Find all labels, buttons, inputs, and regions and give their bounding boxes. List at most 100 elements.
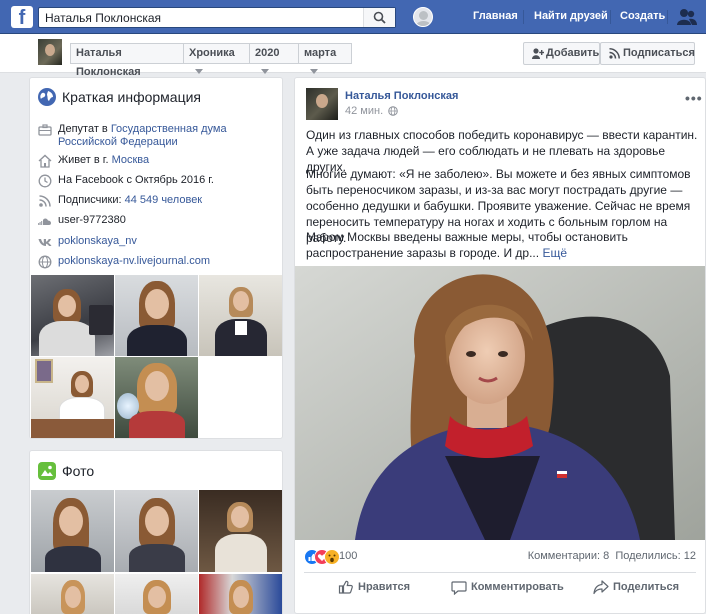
friend-requests-icon[interactable] — [677, 8, 697, 26]
breadcrumb-timeline-dropdown[interactable]: Хроника — [183, 43, 250, 74]
divider — [304, 572, 696, 573]
post-author-avatar[interactable] — [306, 88, 338, 120]
nav-divider — [667, 10, 668, 24]
post-photo[interactable] — [295, 266, 705, 540]
info-text: Живет в г. Москва — [58, 154, 280, 167]
photo-thumbnail[interactable] — [199, 574, 282, 614]
post-photo-illustration — [295, 266, 705, 540]
facebook-logo-icon[interactable]: f — [11, 6, 33, 28]
post-options-icon[interactable]: ••• — [685, 90, 703, 106]
home-icon — [38, 154, 52, 168]
add-friend-icon — [532, 48, 544, 59]
photo-thumbnail[interactable] — [31, 574, 114, 614]
reaction-like-love-wow-icon — [304, 549, 340, 565]
intro-card: Краткая информация Депутат в Государстве… — [29, 77, 283, 439]
post-author-name[interactable]: Наталья Поклонская — [345, 90, 458, 102]
public-audience-icon — [388, 106, 398, 116]
nav-create-link[interactable]: Создать — [620, 10, 665, 22]
rss-icon — [609, 48, 620, 59]
city-link[interactable]: Москва — [112, 154, 150, 166]
photo-thumbnail[interactable] — [31, 490, 114, 572]
comment-label: Комментировать — [471, 581, 564, 593]
search-icon — [373, 11, 386, 24]
post-paragraph-text: Мэром Москвы введены важные меры, чтобы … — [306, 230, 628, 260]
share-label: Поделиться — [613, 581, 680, 593]
featured-photo[interactable] — [199, 275, 282, 356]
breadcrumb-label: марта — [304, 47, 337, 59]
top-navigation-bar: f Главная Найти друзей Создать — [0, 0, 706, 34]
nav-divider — [610, 10, 611, 24]
profile-thumbnail[interactable] — [38, 39, 62, 65]
info-row-soundcloud: user-9772380 — [38, 214, 278, 228]
info-text[interactable]: user-9772380 — [58, 214, 280, 227]
info-row-joined: На Facebook с Октябрь 2016 г. — [38, 174, 278, 188]
info-text: Подписчики: 44 549 человек — [58, 194, 280, 207]
breadcrumb-month-dropdown[interactable]: марта — [298, 43, 352, 74]
post-stats: Комментарии: 8 Поделились: 12 — [528, 550, 696, 562]
briefcase-icon — [38, 124, 52, 136]
nav-find-friends-link[interactable]: Найти друзей — [534, 10, 608, 22]
follow-button[interactable]: Подписаться — [600, 42, 695, 65]
photo-thumbnail[interactable] — [199, 490, 282, 572]
shares-count[interactable]: Поделились: 12 — [615, 550, 696, 562]
post-paragraph: Мэром Москвы введены важные меры, чтобы … — [306, 229, 698, 261]
info-row-website: poklonskaya-nv.livejournal.com — [38, 255, 278, 269]
add-friend-label: Добавить — [546, 47, 600, 59]
info-label: Подписчики: — [58, 194, 125, 206]
info-text: На Facebook с Октябрь 2016 г. — [58, 174, 214, 186]
breadcrumb-label: Хроника — [189, 47, 235, 59]
globe-icon — [38, 255, 52, 269]
photos-card: Фото — [29, 450, 283, 614]
info-label: Живет в г. — [58, 154, 112, 166]
like-label: Нравится — [358, 581, 411, 593]
reaction-count[interactable]: 100 — [339, 550, 357, 562]
info-row-vk: poklonskaya_nv — [38, 235, 278, 249]
reaction-icons[interactable] — [304, 549, 340, 565]
see-more-link[interactable]: Ещё — [542, 246, 567, 260]
info-text: Депутат в Государственная дума Российско… — [58, 123, 280, 149]
user-avatar[interactable] — [413, 7, 433, 27]
timeline-post: Наталья Поклонская 42 мин. ••• Один из г… — [294, 77, 706, 614]
search-box[interactable] — [38, 7, 396, 28]
clock-icon — [38, 174, 52, 188]
nav-divider — [523, 10, 524, 24]
like-icon — [338, 580, 353, 594]
info-row-work: Депутат в Государственная дума Российско… — [38, 123, 278, 151]
breadcrumb-label: Наталья Поклонская — [76, 47, 141, 78]
globe-icon — [38, 88, 56, 106]
photos-icon — [38, 462, 56, 480]
intro-title: Краткая информация — [62, 89, 201, 105]
search-input[interactable] — [39, 8, 363, 27]
follow-label: Подписаться — [623, 47, 695, 59]
chevron-down-icon — [310, 69, 318, 74]
soundcloud-icon — [38, 218, 51, 225]
info-row-city: Живет в г. Москва — [38, 154, 278, 168]
breadcrumb-label: 2020 — [255, 47, 280, 59]
website-link[interactable]: poklonskaya-nv.livejournal.com — [58, 255, 210, 267]
search-button[interactable] — [363, 8, 395, 27]
info-label: Депутат в — [58, 123, 111, 135]
featured-photo[interactable] — [31, 275, 114, 356]
breadcrumb-year-dropdown[interactable]: 2020 — [249, 43, 299, 74]
chevron-down-icon — [261, 69, 269, 74]
info-text: poklonskaya-nv.livejournal.com — [58, 255, 280, 268]
photo-thumbnail[interactable] — [115, 574, 198, 614]
add-friend-button[interactable]: Добавить — [523, 42, 600, 65]
featured-photo[interactable] — [115, 357, 198, 438]
share-icon — [593, 580, 609, 595]
info-text: poklonskaya_nv — [58, 235, 280, 248]
profile-subheader: Наталья Поклонская Хроника 2020 марта До… — [0, 34, 706, 78]
breadcrumb-profile-name[interactable]: Наталья Поклонская — [70, 43, 184, 78]
rss-icon — [39, 195, 51, 207]
comment-icon — [451, 581, 467, 595]
comments-count[interactable]: Комментарии: 8 — [528, 550, 610, 562]
photo-thumbnail[interactable] — [115, 490, 198, 572]
vk-link[interactable]: poklonskaya_nv — [58, 235, 137, 247]
post-timestamp[interactable]: 42 мин. — [345, 105, 383, 117]
vk-icon — [38, 239, 52, 246]
chevron-down-icon — [195, 69, 203, 74]
featured-photo[interactable] — [115, 275, 198, 356]
nav-home-link[interactable]: Главная — [473, 10, 518, 22]
featured-photo[interactable] — [31, 357, 114, 438]
followers-link[interactable]: 44 549 человек — [125, 194, 203, 206]
